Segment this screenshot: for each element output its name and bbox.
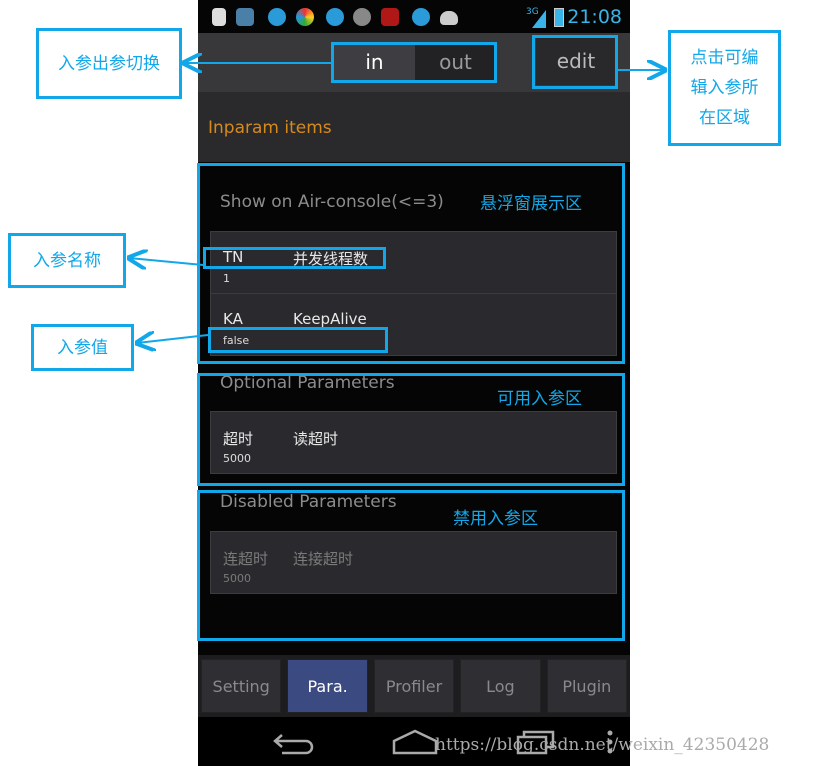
annotation-edit: 点击可编 辑入参所 在区域: [668, 30, 781, 146]
download-icon: [212, 8, 226, 26]
news-icon: [381, 8, 399, 26]
annotation-text: 在区域: [699, 108, 750, 128]
annotation-param-value: 入参值: [31, 324, 134, 371]
bottom-tabs: Setting Para. Profiler Log Plugin: [198, 655, 630, 717]
arrow-param-name: [129, 258, 204, 265]
highlight-disabled-area: [197, 490, 625, 641]
back-icon[interactable]: [272, 731, 316, 755]
status-bar: 3G 21:08: [198, 0, 630, 33]
shield-icon: [412, 8, 430, 26]
app-icon: [236, 8, 254, 26]
annotation-text: 入参名称: [33, 250, 101, 271]
shield-icon: [268, 8, 286, 26]
page-title: Inparam items: [208, 118, 332, 138]
annotation-text: 点击可编: [690, 48, 759, 68]
stack-icon: [353, 8, 371, 26]
app-icon: [296, 8, 314, 26]
annotation-text: 入参值: [57, 337, 108, 358]
clock: 21:08: [567, 6, 622, 28]
battery-icon: [554, 8, 564, 27]
annotation-text: 入参出参切换: [58, 53, 160, 74]
tab-setting[interactable]: Setting: [201, 659, 282, 713]
header: Inparam items: [198, 92, 630, 162]
tab-profiler[interactable]: Profiler: [373, 659, 455, 713]
highlight-in-out: [331, 42, 497, 83]
android-icon: [440, 11, 458, 25]
highlight-param-name: [203, 247, 386, 269]
watermark: https://blog.csdn.net/weixin_42350428: [435, 735, 770, 755]
highlight-edit: [532, 35, 618, 89]
annotation-param-name: 入参名称: [8, 233, 126, 288]
shield-icon: [326, 8, 344, 26]
tab-para[interactable]: Para.: [287, 659, 368, 713]
signal-icon: [532, 10, 546, 28]
annotation-floating: 悬浮窗展示区: [480, 194, 582, 214]
tab-log[interactable]: Log: [460, 659, 541, 713]
annotation-optional: 可用入参区: [497, 389, 582, 409]
home-icon[interactable]: [392, 729, 438, 755]
annotation-text: 辑入参所: [690, 78, 759, 98]
highlight-param-value: [208, 327, 388, 353]
annotation-disabled: 禁用入参区: [453, 509, 538, 529]
annotation-switch: 入参出参切换: [36, 28, 182, 99]
tab-plugin[interactable]: Plugin: [546, 659, 628, 713]
